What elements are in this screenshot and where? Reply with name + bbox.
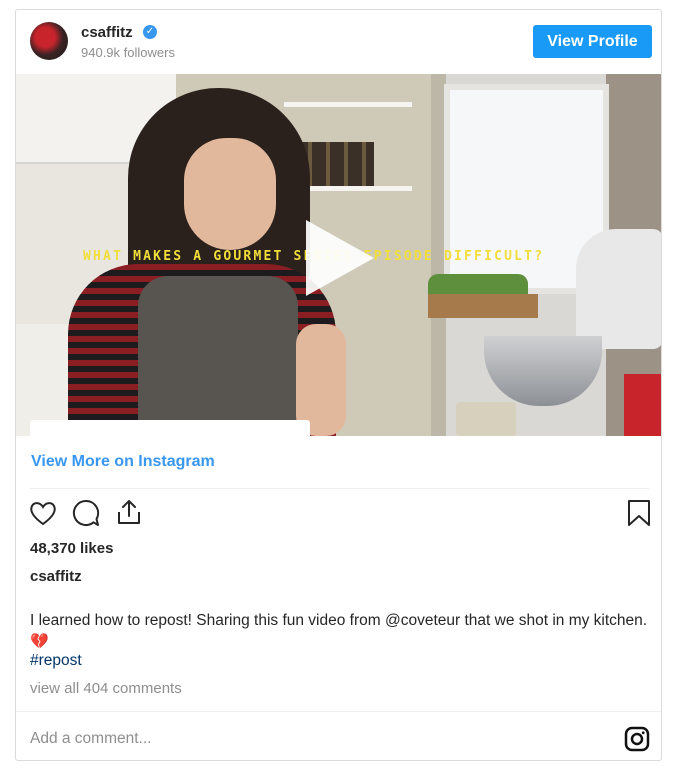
view-profile-button[interactable]: View Profile [533, 25, 652, 58]
heart-icon[interactable] [28, 498, 58, 528]
broken-heart-icon: 💔 [30, 633, 49, 650]
instagram-logo-icon[interactable] [624, 726, 650, 752]
follower-count: 940.9k followers [81, 45, 175, 60]
username[interactable]: csaffitz [81, 24, 133, 41]
like-count[interactable]: 48,370 likes [30, 540, 113, 557]
caption-author[interactable]: csaffitz [30, 568, 82, 585]
avatar[interactable] [30, 22, 68, 60]
verified-badge-icon: ✓ [143, 25, 157, 39]
divider [30, 488, 649, 489]
post-header: csaffitz ✓ 940.9k followers View Profile [16, 10, 661, 74]
instagram-embed-card: csaffitz ✓ 940.9k followers View Profile [15, 9, 662, 761]
caption-text: I learned how to repost! Sharing this fu… [30, 612, 648, 629]
play-icon[interactable] [306, 220, 374, 296]
comment-icon[interactable] [71, 498, 101, 528]
post-video[interactable]: WHAT MAKES A GOURMET SERIES EPISODE DIFF… [16, 74, 661, 436]
divider [16, 711, 661, 712]
post-caption: I learned how to repost! Sharing this fu… [30, 610, 650, 652]
share-icon[interactable] [114, 497, 144, 527]
bookmark-icon[interactable] [624, 498, 654, 528]
hashtag-link[interactable]: #repost [30, 652, 82, 670]
view-more-link[interactable]: View More on Instagram [31, 453, 215, 471]
view-comments-link[interactable]: view all 404 comments [30, 680, 182, 697]
add-comment-input[interactable]: Add a comment... [30, 730, 151, 748]
